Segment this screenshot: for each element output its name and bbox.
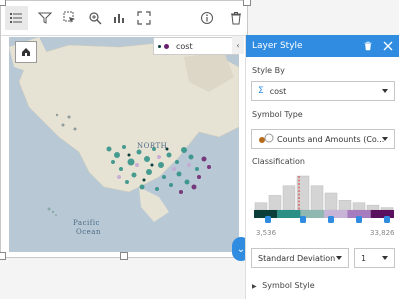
classification-count-value: 1: [361, 253, 367, 263]
legend-toggle-button[interactable]: [5, 6, 28, 30]
classification-method-select[interactable]: Standard Deviation: [251, 248, 349, 268]
legend-dot-large: [164, 43, 169, 49]
histogram-bar: [324, 192, 338, 211]
histogram-bar: [254, 202, 268, 211]
symbol-type-select[interactable]: Counts and Amounts (Co...: [251, 129, 395, 149]
resize-handle-bc[interactable]: [120, 252, 128, 260]
chevron-down-icon: [336, 256, 342, 260]
histogram-bar: [366, 204, 380, 211]
resize-handle-tl[interactable]: [0, 0, 6, 6]
collapse-panel-button[interactable]: ‹: [232, 36, 244, 54]
zoom-button[interactable]: [83, 6, 106, 30]
cost-points-layer: [55, 113, 211, 194]
home-button[interactable]: [15, 41, 37, 63]
color-ramp-segment: [370, 210, 394, 218]
filter-button[interactable]: [34, 6, 57, 30]
classification-label: Classification: [252, 157, 305, 166]
select-button[interactable]: [59, 6, 82, 30]
chevron-down-icon: ⌄: [236, 243, 246, 255]
trash-icon: [364, 41, 372, 51]
map-label-north: NORTH: [137, 142, 168, 150]
sigma-icon: Σ: [258, 86, 264, 96]
chevron-down-icon: [382, 89, 388, 93]
chevron-right-icon: ▶: [252, 283, 257, 290]
range-max-label: 33,826: [370, 229, 395, 237]
style-by-select[interactable]: Σ cost: [251, 81, 395, 101]
layer-style-panel: Layer Style Style By Σ cost Symbol Type …: [245, 35, 399, 299]
style-by-label: Style By: [252, 66, 285, 75]
close-icon: [383, 41, 393, 51]
classification-method-value: Standard Deviation: [258, 253, 336, 263]
legend-chip[interactable]: cost: [153, 37, 239, 55]
panel-title: Layer Style: [252, 41, 303, 51]
chart-icon: [114, 14, 125, 23]
range-min-label: 3,536: [256, 229, 277, 237]
list-icon: [10, 13, 23, 23]
classification-count-select[interactable]: 1: [354, 248, 395, 268]
symbol-style-toggle[interactable]: ▶ Symbol Style: [252, 281, 315, 290]
zoom-icon: [89, 12, 102, 25]
map-label-ocean: Ocean: [76, 228, 101, 236]
histogram-bar: [338, 200, 352, 211]
info-button[interactable]: [196, 6, 219, 30]
histogram-bar: [380, 207, 394, 211]
histogram-bar: [352, 202, 366, 211]
class-break-handle[interactable]: [328, 216, 334, 223]
delete-button[interactable]: [224, 6, 247, 30]
class-break-handle[interactable]: [300, 216, 306, 223]
histogram-bar: [282, 185, 296, 211]
map-card: cost NORTH Pacific Ocean: [0, 0, 251, 260]
resize-handle-bl[interactable]: [0, 252, 6, 260]
panel-header: Layer Style: [246, 35, 399, 57]
class-break-handle[interactable]: [265, 216, 271, 223]
legend-dot-small: [158, 44, 161, 48]
map-toolbar: [1, 1, 247, 36]
map-label-pacific: Pacific: [73, 219, 100, 227]
histogram-bar: [310, 185, 324, 211]
chart-button[interactable]: [108, 6, 131, 30]
histogram-bar: [268, 195, 282, 211]
classification-histogram[interactable]: [254, 172, 394, 230]
class-break-handle[interactable]: [384, 216, 390, 223]
delete-style-button[interactable]: [360, 38, 376, 54]
legend-field-label: cost: [176, 41, 193, 51]
trash-icon: [230, 12, 241, 25]
expand-button[interactable]: [133, 6, 156, 30]
color-ramp-segment: [324, 210, 348, 218]
resize-handle-tr[interactable]: [243, 0, 251, 6]
map-view[interactable]: cost NORTH Pacific Ocean: [9, 37, 239, 252]
home-icon: [22, 48, 30, 56]
info-icon: [200, 12, 213, 24]
select-icon: [63, 11, 75, 23]
filter-icon: [38, 12, 53, 24]
color-ramp-segment: [277, 210, 301, 218]
style-by-value: cost: [269, 86, 287, 96]
expand-icon: [137, 11, 151, 25]
graduated-symbols-icon: [259, 133, 274, 143]
symbol-style-label: Symbol Style: [262, 281, 315, 290]
symbol-type-value: Counts and Amounts (Co...: [277, 134, 385, 144]
symbol-type-label: Symbol Type: [252, 110, 303, 119]
class-break-handle[interactable]: [356, 216, 362, 223]
chevron-down-icon: [382, 256, 388, 260]
close-panel-button[interactable]: [380, 38, 396, 54]
chevron-down-icon: [382, 137, 388, 141]
